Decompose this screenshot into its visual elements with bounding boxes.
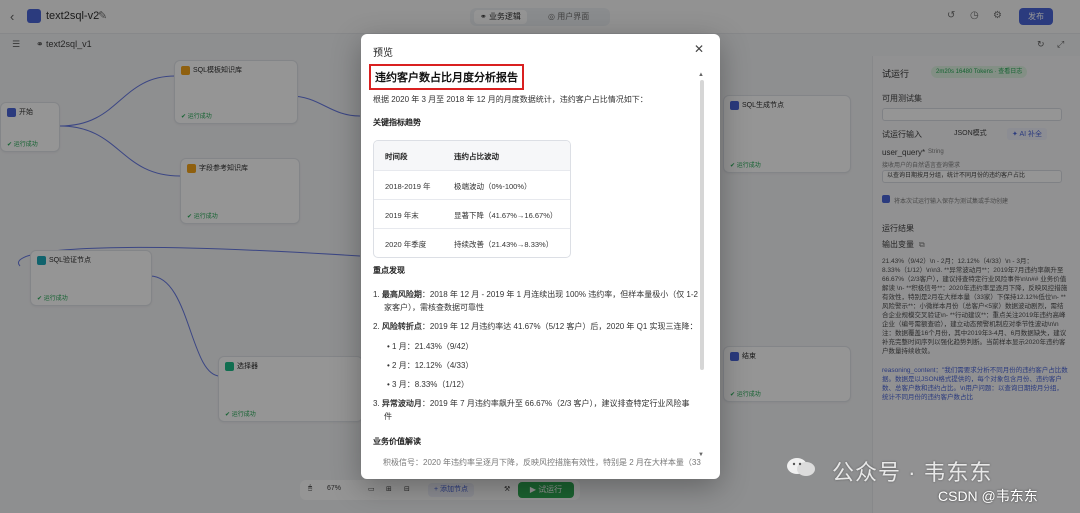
watermark-csdn: CSDN @韦东东 <box>938 488 1038 504</box>
modal-title: 预览 <box>373 48 393 59</box>
value-line-partial: 积极信号：2020 年违约率呈逐月下降，反映风控措施有效性，特别是 2 月在大样… <box>383 458 701 467</box>
finding-1-cont: 家客户），需核查数据可靠性 <box>384 303 484 312</box>
finding-1: 1. 最高风险期：2018 年 12 月 - 2019 年 1 月连续出现 10… <box>373 290 698 299</box>
table-row: 2019 年末 显著下降（41.67%→16.67%） <box>374 199 570 228</box>
close-icon[interactable]: ✕ <box>694 42 704 56</box>
trend-table: 时间段 违约占比波动 2018-2019 年 极端波动（0%-100%） 201… <box>373 140 571 258</box>
list-item: • 1 月：21.43%（9/42） <box>387 342 474 351</box>
finding-3: 3. 异常波动月：2019 年 7 月违约率飙升至 66.67%（2/3 客户）… <box>373 399 690 408</box>
section-value-heading: 业务价值解读 <box>373 437 421 446</box>
watermark-wechat: 公众号 · 韦东东 <box>832 460 993 485</box>
list-item: • 2 月：12.12%（4/33） <box>387 361 474 370</box>
preview-modal: 预览 ✕ ▲ ▼ 违约客户数占比月度分析报告 根据 2020 年 3 月至 20… <box>361 34 720 479</box>
report-title: 违约客户数占比月度分析报告 <box>369 64 524 90</box>
table-header: 时间段 违约占比波动 <box>374 141 570 170</box>
wechat-logo-icon <box>787 458 815 476</box>
finding-3-cont: 件 <box>384 412 392 421</box>
report-intro: 根据 2020 年 3 月至 2018 年 12 月的月度数据统计，违约客户占比… <box>373 95 648 104</box>
finding-2: 2. 风险转折点：2019 年 12 月违约率达 41.67%（5/12 客户）… <box>373 322 698 331</box>
section-findings-heading: 重点发现 <box>373 266 405 275</box>
list-item: • 3 月：8.33%（1/12） <box>387 380 469 389</box>
table-row: 2020 年季度 持续改善（21.43%→8.33%） <box>374 228 570 257</box>
report-content: 违约客户数占比月度分析报告 根据 2020 年 3 月至 2018 年 12 月… <box>361 64 720 479</box>
table-row: 2018-2019 年 极端波动（0%-100%） <box>374 170 570 199</box>
section-trend-heading: 关键指标趋势 <box>373 118 421 127</box>
